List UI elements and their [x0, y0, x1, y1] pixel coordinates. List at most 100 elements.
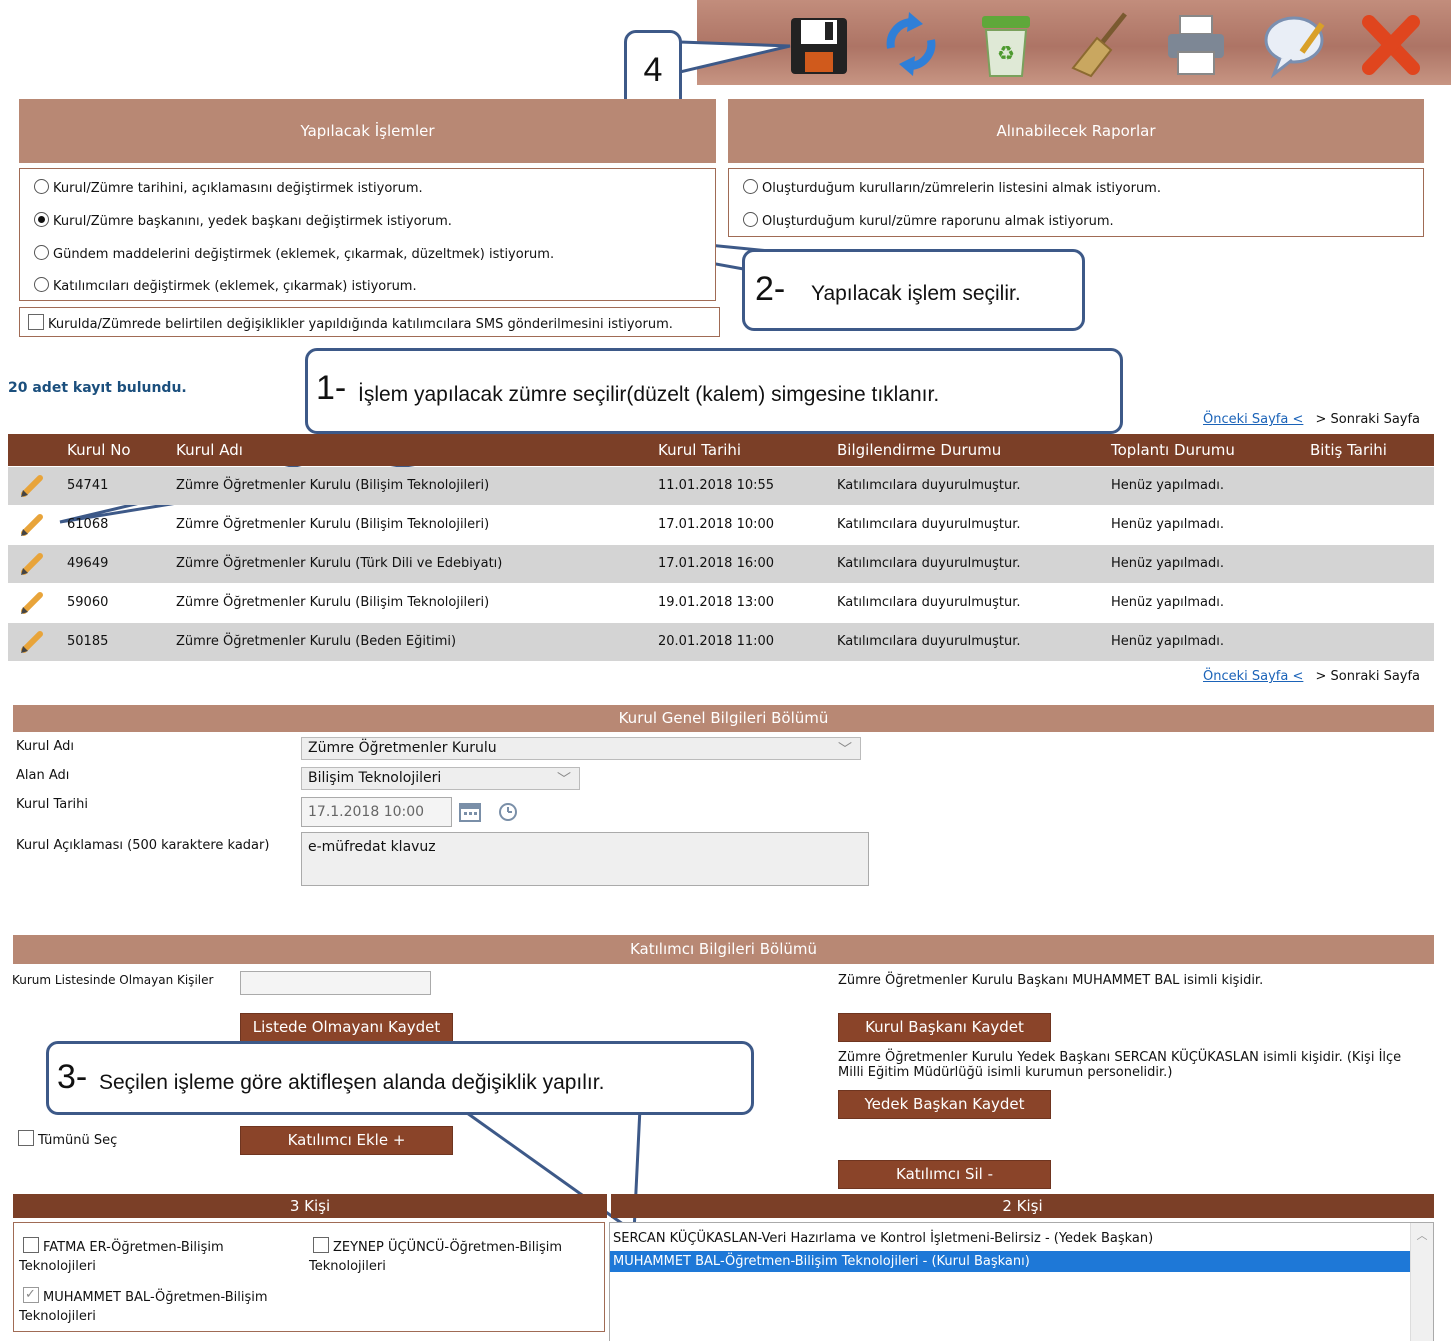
- report-option-1[interactable]: Oluşturduğum kurulların/zümrelerin liste…: [743, 179, 1161, 196]
- list-item-selected[interactable]: MUHAMMET BAL-Öğretmen-Bilişim Teknolojil…: [610, 1251, 1410, 1272]
- cell-no: 61068: [67, 517, 109, 532]
- radio-selected[interactable]: [34, 212, 49, 227]
- aciklama-textarea[interactable]: e-müfredat klavuz: [301, 832, 869, 886]
- participant-checkbox-checked[interactable]: [23, 1285, 39, 1304]
- participant-checkbox-item[interactable]: MUHAMMET BAL-Öğretmen-Bilişim Teknolojil…: [19, 1285, 309, 1326]
- pagination-bottom: Önceki Sayfa < > Sonraki Sayfa: [1203, 669, 1420, 684]
- reports-box: Oluşturduğum kurulların/zümrelerin liste…: [728, 168, 1424, 237]
- radio[interactable]: [34, 179, 49, 194]
- cell-info: Katılımcılara duyurulmuştur.: [837, 478, 1021, 493]
- callout-1: 1- İşlem yapılacak zümre seçilir(düzelt …: [305, 348, 1123, 434]
- next-page-link[interactable]: > Sonraki Sayfa: [1316, 669, 1421, 684]
- cell-info: Katılımcılara duyurulmuştur.: [837, 517, 1021, 532]
- cell-meeting: Henüz yapılmadı.: [1111, 634, 1224, 649]
- radio[interactable]: [743, 179, 758, 194]
- select-all-checkbox[interactable]: [18, 1130, 34, 1146]
- table-row[interactable]: 59060 Zümre Öğretmenler Kurulu (Bilişim T…: [8, 584, 1434, 622]
- cell-no: 50185: [67, 634, 109, 649]
- radio[interactable]: [34, 245, 49, 260]
- pagination-top: Önceki Sayfa < > Sonraki Sayfa: [1203, 412, 1420, 427]
- callout-2-text: Yapılacak işlem seçilir.: [811, 282, 1021, 305]
- table-row[interactable]: 49649 Zümre Öğretmenler Kurulu (Türk Dili…: [8, 545, 1434, 583]
- kurul-tarihi-label: Kurul Tarihi: [16, 797, 89, 812]
- record-count: 20 adet kayıt bulundu.: [8, 380, 187, 396]
- callout-2: 2- Yapılacak işlem seçilir.: [742, 249, 1085, 331]
- selected-participants-list[interactable]: SERCAN KÜÇÜKASLAN-Veri Hazırlama ve Kont…: [609, 1222, 1434, 1341]
- select-all[interactable]: Tümünü Seç: [18, 1130, 117, 1148]
- save-president-button[interactable]: Kurul Başkanı Kaydet: [838, 1013, 1051, 1042]
- table-row[interactable]: 54741 Zümre Öğretmenler Kurulu (Bilişim T…: [8, 467, 1434, 505]
- operation-option-1[interactable]: Kurul/Zümre tarihini, açıklamasını değiş…: [34, 179, 423, 196]
- sms-checkbox[interactable]: [28, 314, 44, 330]
- next-page-link[interactable]: > Sonraki Sayfa: [1316, 412, 1421, 427]
- chevron-down-icon: ﹀: [838, 742, 852, 758]
- cell-date: 20.01.2018 11:00: [658, 634, 775, 649]
- callout-4-text: 4: [643, 51, 663, 89]
- clock-icon[interactable]: [497, 800, 519, 822]
- kurul-adi-label: Kurul Adı: [16, 739, 74, 754]
- operation-option-label: Katılımcıları değiştirmek (eklemek, çıka…: [53, 279, 417, 294]
- participant-checkbox[interactable]: [313, 1237, 329, 1253]
- select-all-label: Tümünü Seç: [38, 1133, 118, 1148]
- edit-pencil-icon[interactable]: [18, 591, 44, 615]
- cell-meeting: Henüz yapılmadı.: [1111, 478, 1224, 493]
- edit-pencil-icon[interactable]: [18, 474, 44, 498]
- cell-no: 59060: [67, 595, 109, 610]
- operation-option-label: Kurul/Zümre tarihini, açıklamasını değiş…: [53, 181, 423, 196]
- radio[interactable]: [34, 277, 49, 292]
- operation-option-3[interactable]: Gündem maddelerini değiştirmek (eklemek,…: [34, 245, 554, 262]
- operation-option-4[interactable]: Katılımcıları değiştirmek (eklemek, çıka…: [34, 277, 417, 294]
- col-toplanti[interactable]: Toplantı Durumu: [1111, 441, 1235, 459]
- not-in-list-input[interactable]: [240, 971, 431, 995]
- edit-pencil-icon[interactable]: [18, 630, 44, 654]
- aciklama-label: Kurul Açıklaması (500 karaktere kadar): [16, 838, 270, 853]
- edit-pencil-icon[interactable]: [18, 513, 44, 537]
- cell-info: Katılımcılara duyurulmuştur.: [837, 595, 1021, 610]
- cell-name: Zümre Öğretmenler Kurulu (Türk Dili ve E…: [176, 556, 503, 571]
- alan-adi-select[interactable]: Bilişim Teknolojileri ﹀: [301, 767, 580, 790]
- report-option-2[interactable]: Oluşturduğum kurul/zümre raporunu almak …: [743, 212, 1114, 229]
- col-kurul-tarihi[interactable]: Kurul Tarihi: [658, 441, 741, 459]
- table-row[interactable]: 50185 Zümre Öğretmenler Kurulu (Beden Eği…: [8, 623, 1434, 661]
- table-row[interactable]: 61068 Zümre Öğretmenler Kurulu (Bilişim T…: [8, 506, 1434, 544]
- col-kurul-adi[interactable]: Kurul Adı: [176, 441, 243, 459]
- remove-participant-button[interactable]: Katılımcı Sil -: [838, 1160, 1051, 1189]
- operation-option-2[interactable]: Kurul/Zümre başkanını, yedek başkanı değ…: [34, 212, 452, 229]
- save-vice-button[interactable]: Yedek Başkan Kaydet: [838, 1090, 1051, 1119]
- col-kurul-no[interactable]: Kurul No: [67, 441, 131, 459]
- calendar-icon[interactable]: [459, 802, 481, 822]
- cell-no: 54741: [67, 478, 109, 493]
- right-count-header: 2 Kişi: [611, 1194, 1434, 1218]
- col-bitis[interactable]: Bitiş Tarihi: [1310, 441, 1387, 459]
- sms-option[interactable]: Kurulda/Zümrede belirtilen değişiklikler…: [19, 307, 720, 337]
- general-section-title: Kurul Genel Bilgileri Bölümü: [13, 705, 1434, 732]
- operations-title: Yapılacak İşlemler: [19, 99, 716, 163]
- alan-adi-value: Bilişim Teknolojileri: [308, 770, 442, 786]
- operation-option-label: Gündem maddelerini değiştirmek (eklemek,…: [53, 247, 555, 262]
- save-not-in-list-button[interactable]: Listede Olmayanı Kaydet: [240, 1013, 453, 1042]
- chevron-up-icon[interactable]: ︿: [1411, 1227, 1433, 1243]
- callout-1-number: 1-: [316, 369, 347, 407]
- cell-name: Zümre Öğretmenler Kurulu (Bilişim Teknol…: [176, 517, 490, 532]
- cell-meeting: Henüz yapılmadı.: [1111, 556, 1224, 571]
- cell-name: Zümre Öğretmenler Kurulu (Beden Eğitimi): [176, 634, 457, 649]
- prev-page-link[interactable]: Önceki Sayfa <: [1203, 412, 1303, 427]
- col-bilgilendirme[interactable]: Bilgilendirme Durumu: [837, 441, 1001, 459]
- radio[interactable]: [743, 212, 758, 227]
- participant-checkbox-item[interactable]: FATMA ER-Öğretmen-Bilişim Teknolojileri: [19, 1237, 279, 1276]
- report-option-label: Oluşturduğum kurulların/zümrelerin liste…: [762, 181, 1161, 196]
- add-participant-button[interactable]: Katılımcı Ekle +: [240, 1126, 453, 1155]
- kurul-adi-select[interactable]: Zümre Öğretmenler Kurulu ﹀: [301, 737, 861, 760]
- participant-checkbox-item[interactable]: ZEYNEP ÜÇÜNCÜ-Öğretmen-Bilişim Teknoloji…: [309, 1237, 599, 1276]
- participant-checkbox[interactable]: [23, 1237, 39, 1253]
- list-item[interactable]: SERCAN KÜÇÜKASLAN-Veri Hazırlama ve Kont…: [613, 1229, 1411, 1249]
- edit-pencil-icon[interactable]: [18, 552, 44, 576]
- available-participants-list: FATMA ER-Öğretmen-Bilişim Teknolojileri …: [13, 1222, 605, 1332]
- callout-3-number: 3-: [57, 1058, 88, 1096]
- kurul-tarihi-input[interactable]: 17.1.2018 10:00: [301, 797, 452, 827]
- left-count-header: 3 Kişi: [13, 1194, 607, 1218]
- prev-page-link[interactable]: Önceki Sayfa <: [1203, 669, 1303, 684]
- cell-no: 49649: [67, 556, 109, 571]
- scrollbar[interactable]: ︿: [1410, 1223, 1433, 1341]
- cell-info: Katılımcılara duyurulmuştur.: [837, 556, 1021, 571]
